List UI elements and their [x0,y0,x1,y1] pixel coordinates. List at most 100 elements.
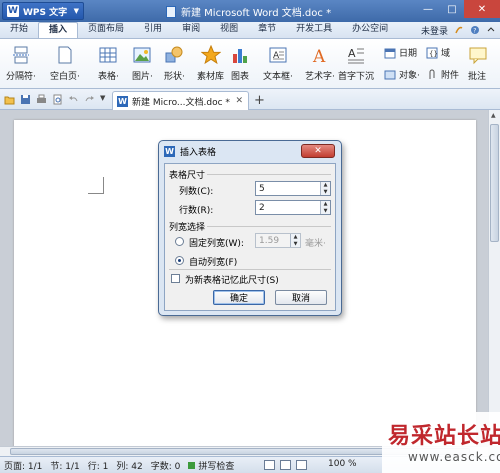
scroll-up-icon[interactable]: ▲ [491,112,496,119]
group-divider [207,174,331,175]
tab-view[interactable]: 视图 [210,22,248,38]
spell-check-label: 拼写检查 [198,461,235,472]
login-link[interactable]: 未登录 [421,24,448,37]
status-words[interactable]: 字数: 0 [147,459,185,472]
redo-icon[interactable] [84,94,95,105]
tab-home[interactable]: 开始 [0,22,38,38]
web-view-icon[interactable] [296,460,307,470]
columns-spin-buttons[interactable]: ▲ ▼ [320,182,330,195]
blank-page-label: 空白页· [50,72,80,82]
close-window-button[interactable]: ✕ [464,0,500,18]
window-controls: — □ ✕ [416,0,500,18]
tab-office-space[interactable]: 办公空间 [342,22,398,38]
fixed-width-value[interactable]: 1.59 [259,236,279,246]
tab-review[interactable]: 审阅 [172,22,210,38]
unit-select[interactable]: 毫米· [305,236,326,249]
field-button[interactable]: {} 域 [426,46,450,59]
fixed-width-radio[interactable] [175,237,184,246]
table-button[interactable]: 表格· [98,45,119,82]
insert-table-dialog: W 插入表格 ✕ 表格尺寸 列数(C): 5 ▲ ▼ 行数(R): 2 ▲ ▼ 列宽… [158,140,342,316]
print-icon[interactable] [36,94,47,105]
close-tab-icon[interactable]: ✕ [235,96,243,106]
undo-icon[interactable] [68,94,79,105]
minimize-button[interactable]: — [416,0,440,18]
rows-spin-buttons[interactable]: ▲ ▼ [320,201,330,214]
dropcap-label: 首字下沉 [338,72,375,82]
document-tab[interactable]: W 新建 Micro...文档.doc * ✕ [112,91,249,110]
help-icon[interactable]: ? [470,25,480,35]
spin-down-icon[interactable]: ▼ [291,241,300,248]
fixed-width-spin-buttons[interactable]: ▲ ▼ [290,234,300,247]
rows-stepper[interactable]: 2 ▲ ▼ [255,200,331,215]
dialog-close-button[interactable]: ✕ [301,144,335,158]
tab-sections[interactable]: 章节 [248,22,286,38]
new-tab-button[interactable]: + [254,93,265,108]
columns-value[interactable]: 5 [259,184,265,194]
date-label: 日期 [399,49,418,59]
zoom-level[interactable]: 100 % [328,459,357,469]
tab-developer[interactable]: 开发工具 [286,22,342,38]
rows-label: 行数(R): [179,206,214,216]
attachment-icon [429,69,435,79]
window-title-text: 新建 Microsoft Word 文档.doc * [181,8,332,19]
svg-text:?: ? [473,28,476,35]
shape-button[interactable]: 形状· [164,45,185,82]
status-column: 列: 42 [116,461,143,472]
ribbon: 分隔符· 空白页· 表格· 图片· 形状· 素材库 图表 A 文本框· A 艺术… [0,39,500,89]
page-view-icon[interactable] [264,460,275,470]
tab-page-layout[interactable]: 页面布局 [78,22,134,38]
dropcap-button[interactable]: A 首字下沉 [338,45,374,82]
blank-page-button[interactable]: 空白页· [50,45,80,82]
date-button[interactable]: 日期 [384,46,417,59]
tab-references[interactable]: 引用 [134,22,172,38]
cancel-button[interactable]: 取消 [275,290,327,305]
fixed-width-label: 固定列宽(W): [189,239,244,249]
attachment-label: 附件 [441,71,460,81]
customize-quickbar-icon[interactable]: ▼ [100,94,105,102]
textbox-button[interactable]: A 文本框· [263,45,293,82]
chart-label: 图表 [230,72,249,82]
vertical-scrollbar[interactable]: ▲ [488,110,500,446]
wordart-button[interactable]: A 艺术字· [305,45,335,82]
object-button[interactable]: 对象· [384,68,420,81]
skin-icon[interactable] [454,25,464,35]
document-icon [166,5,176,18]
group-divider [207,226,331,227]
outline-view-icon[interactable] [280,460,291,470]
chart-button[interactable]: 图表 [230,45,250,82]
open-folder-icon[interactable] [4,94,15,105]
maximize-button[interactable]: □ [440,0,464,18]
tab-insert[interactable]: 插入 [38,22,79,38]
app-menu-button[interactable]: W WPS 文字 ▼ [2,2,84,20]
ok-button[interactable]: 确定 [213,290,265,305]
title-bar: W WPS 文字 ▼ 新建 Microsoft Word 文档.doc * — … [0,0,500,22]
rows-value[interactable]: 2 [259,203,265,213]
vertical-scroll-thumb[interactable] [490,124,499,242]
table-icon [99,47,117,63]
fixed-width-stepper[interactable]: 1.59 ▲ ▼ [255,233,301,248]
auto-width-radio[interactable] [175,256,184,265]
site-watermark: 易采站长站 www.easck.com [382,412,500,473]
spin-down-icon[interactable]: ▼ [321,189,330,196]
view-buttons [264,460,307,470]
attachment-button[interactable]: 附件 [426,68,459,81]
window-title: 新建 Microsoft Word 文档.doc * [166,4,331,19]
table-size-group-label: 表格尺寸 [169,171,206,181]
spin-down-icon[interactable]: ▼ [321,208,330,215]
dialog-body: 表格尺寸 列数(C): 5 ▲ ▼ 行数(R): 2 ▲ ▼ 列宽选择 固定列宽(W… [164,163,336,311]
blank-page-icon [58,46,72,64]
print-preview-icon[interactable] [52,94,63,105]
comment-button[interactable]: 批注 [468,45,498,82]
save-icon[interactable] [20,94,31,105]
material-library-button[interactable]: 素材库 [197,45,224,82]
remember-size-checkbox[interactable] [171,274,180,283]
textbox-icon: A [269,47,287,63]
svg-text:A: A [348,47,356,60]
field-icon: {} [426,47,438,58]
spell-check-toggle[interactable]: 拼写检查 [184,459,238,472]
picture-button[interactable]: 图片· [132,45,153,82]
columns-stepper[interactable]: 5 ▲ ▼ [255,181,331,196]
page-break-button[interactable]: 分隔符· [6,45,36,82]
comment-label: 批注 [468,72,487,82]
collapse-ribbon-icon[interactable] [486,25,496,35]
